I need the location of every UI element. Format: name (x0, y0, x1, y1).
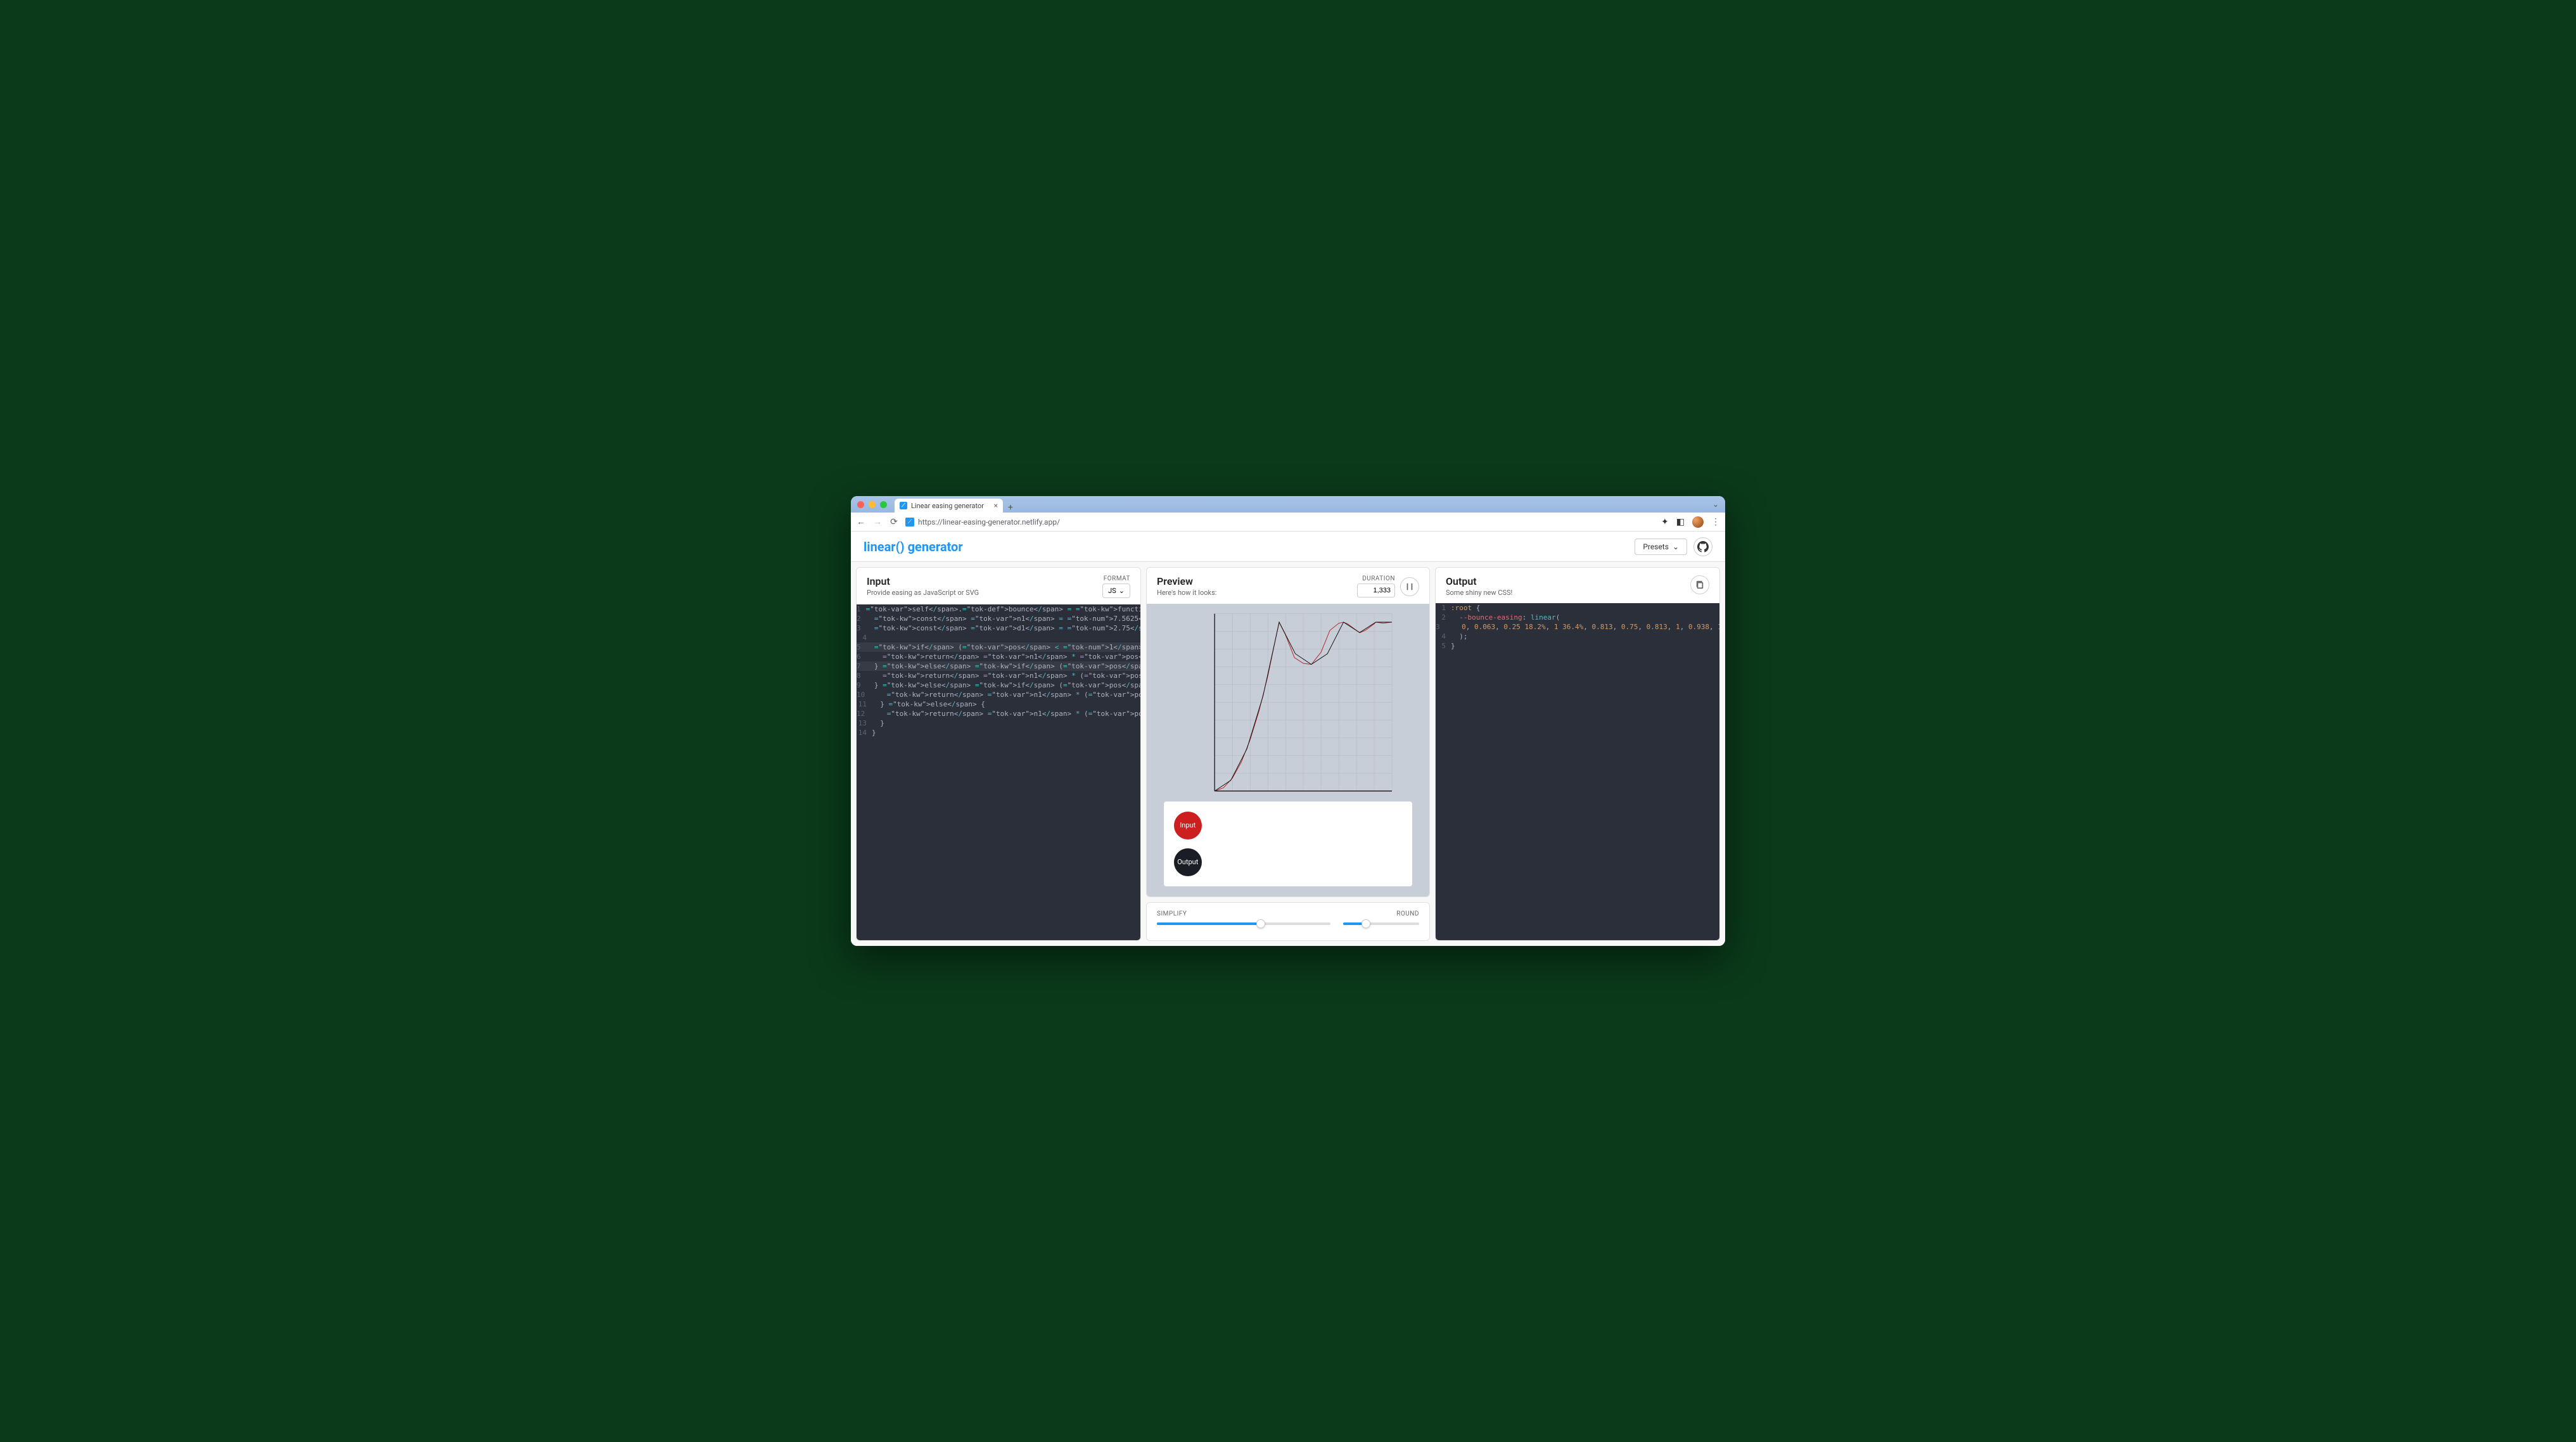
favicon-icon: ⟋ (900, 502, 907, 509)
format-value: JS (1108, 587, 1116, 595)
window-menu-chevron-icon[interactable]: ⌄ (1712, 500, 1719, 509)
input-panel-subtitle: Provide easing as JavaScript or SVG (867, 589, 979, 597)
address-bar[interactable]: ⟋ https://linear-easing-generator.netlif… (905, 518, 1655, 526)
toolbar-right: ✦ ◧ ⋮ (1661, 516, 1720, 528)
chevron-down-icon: ⌄ (1119, 587, 1125, 595)
input-code-editor[interactable]: 1="tok-var">self</span>.="tok-def">bounc… (857, 604, 1140, 940)
traffic-lights (857, 501, 887, 508)
copy-icon (1695, 580, 1704, 589)
play-pause-button[interactable] (1400, 577, 1419, 596)
animation-demo: Input Output (1164, 801, 1412, 886)
tab-title: Linear easing generator (911, 502, 984, 510)
output-panel-subtitle: Some shiny new CSS! (1446, 589, 1512, 597)
simplify-label: SIMPLIFY (1157, 910, 1187, 917)
kebab-menu-icon[interactable]: ⋮ (1711, 517, 1720, 527)
sidepanel-icon[interactable]: ◧ (1676, 517, 1685, 527)
back-button[interactable]: ← (856, 516, 866, 527)
reload-button[interactable]: ⟳ (889, 517, 899, 527)
output-ball: Output (1174, 848, 1202, 876)
site-info-icon[interactable]: ⟋ (905, 518, 914, 526)
preview-body: Input Output (1147, 604, 1429, 896)
close-window-button[interactable] (857, 501, 864, 508)
copy-button[interactable] (1690, 575, 1709, 594)
github-icon (1697, 541, 1709, 552)
format-label: FORMAT (1102, 575, 1130, 582)
round-slider[interactable] (1343, 922, 1419, 925)
minimize-window-button[interactable] (869, 501, 876, 508)
duration-label: DURATION (1357, 575, 1395, 582)
output-panel-title: Output (1446, 575, 1512, 587)
browser-window: ⟋ Linear easing generator × + ⌄ ← → ⟳ ⟋ … (851, 496, 1725, 945)
format-select[interactable]: JS ⌄ (1102, 584, 1130, 598)
output-panel: Output Some shiny new CSS! 1:root {2 --b… (1435, 567, 1720, 940)
presets-dropdown[interactable]: Presets ⌄ (1635, 539, 1687, 555)
presets-label: Presets (1643, 542, 1669, 551)
browser-tab[interactable]: ⟋ Linear easing generator × (895, 499, 1003, 513)
simplify-slider[interactable] (1157, 922, 1330, 925)
titlebar: ⟋ Linear easing generator × + ⌄ (851, 496, 1725, 513)
easing-chart (1147, 604, 1429, 801)
input-ball: Input (1174, 812, 1202, 839)
extensions-icon[interactable]: ✦ (1661, 517, 1669, 527)
profile-avatar[interactable] (1692, 516, 1704, 528)
main-content: Input Provide easing as JavaScript or SV… (851, 562, 1725, 945)
output-code-viewer[interactable]: 1:root {2 --bounce-easing: linear(3 0, 0… (1436, 603, 1719, 940)
preview-panel-subtitle: Here's how it looks: (1157, 589, 1216, 597)
chevron-down-icon: ⌄ (1673, 542, 1679, 551)
preview-panel: Preview Here's how it looks: DURATION (1146, 567, 1430, 896)
input-panel: Input Provide easing as JavaScript or SV… (856, 567, 1141, 940)
close-tab-icon[interactable]: × (994, 501, 998, 510)
toolbar: ← → ⟳ ⟋ https://linear-easing-generator.… (851, 513, 1725, 532)
github-link[interactable] (1693, 537, 1712, 556)
app-title: linear() generator (864, 539, 963, 554)
maximize-window-button[interactable] (880, 501, 887, 508)
input-panel-title: Input (867, 575, 979, 587)
new-tab-button[interactable]: + (1008, 502, 1013, 513)
controls-panel: SIMPLIFY ROUND (1146, 902, 1430, 941)
pause-icon (1405, 582, 1414, 591)
forward-button[interactable]: → (872, 516, 883, 527)
app-header: linear() generator Presets ⌄ (851, 532, 1725, 562)
round-label: ROUND (1396, 910, 1419, 917)
tab-strip: ⟋ Linear easing generator × + (895, 496, 1013, 513)
url-text: https://linear-easing-generator.netlify.… (918, 518, 1060, 526)
input-ball-label: Input (1180, 821, 1196, 829)
preview-panel-title: Preview (1157, 575, 1216, 587)
duration-input[interactable] (1357, 584, 1395, 597)
output-ball-label: Output (1177, 858, 1198, 866)
